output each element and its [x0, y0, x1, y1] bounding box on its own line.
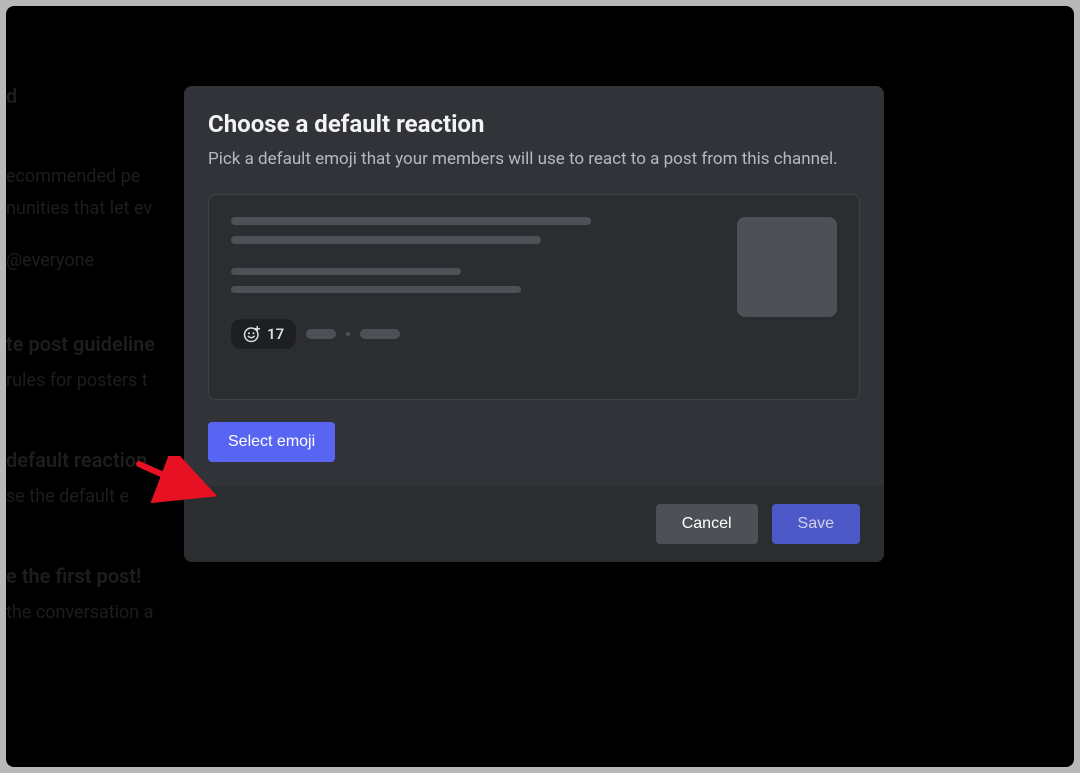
reaction-row: 17: [231, 319, 837, 349]
cancel-button[interactable]: Cancel: [656, 504, 758, 544]
bg-text: rules for posters t: [6, 370, 148, 391]
modal-description: Pick a default emoji that your members w…: [208, 148, 860, 172]
separator-dot: [346, 332, 350, 336]
bg-text: default reaction: [6, 448, 147, 472]
modal-footer: Cancel Save: [184, 486, 884, 562]
post-preview-card: 17: [208, 194, 860, 400]
save-button[interactable]: Save: [772, 504, 860, 544]
modal-body: Choose a default reaction Pick a default…: [184, 86, 884, 486]
select-emoji-button[interactable]: Select emoji: [208, 422, 335, 462]
bg-text: te post guideline: [6, 332, 155, 356]
bg-text: the conversation a: [6, 602, 154, 623]
bg-text: d: [6, 84, 17, 108]
skeleton-line: [231, 217, 591, 225]
bg-text: se the default e: [6, 486, 129, 507]
bg-text: @everyone: [6, 250, 94, 271]
preview-thumbnail-placeholder: [737, 217, 837, 317]
bg-text: ecommended pe: [6, 166, 140, 187]
reaction-count-value: 17: [267, 325, 284, 343]
skeleton-pill: [306, 329, 336, 339]
reaction-count-pill: 17: [231, 319, 296, 349]
default-reaction-modal: Choose a default reaction Pick a default…: [184, 86, 884, 562]
skeleton-pill: [360, 329, 400, 339]
app-window: d ecommended pe nunities that let ev @ev…: [6, 6, 1074, 767]
preview-skeleton: [231, 217, 601, 293]
skeleton-line: [231, 286, 521, 293]
add-reaction-emoji-icon: [243, 325, 261, 343]
bg-text: e the first post!: [6, 564, 141, 588]
skeleton-line: [231, 268, 461, 275]
bg-text: nunities that let ev: [6, 198, 152, 219]
modal-title: Choose a default reaction: [208, 110, 860, 138]
skeleton-line: [231, 236, 541, 244]
